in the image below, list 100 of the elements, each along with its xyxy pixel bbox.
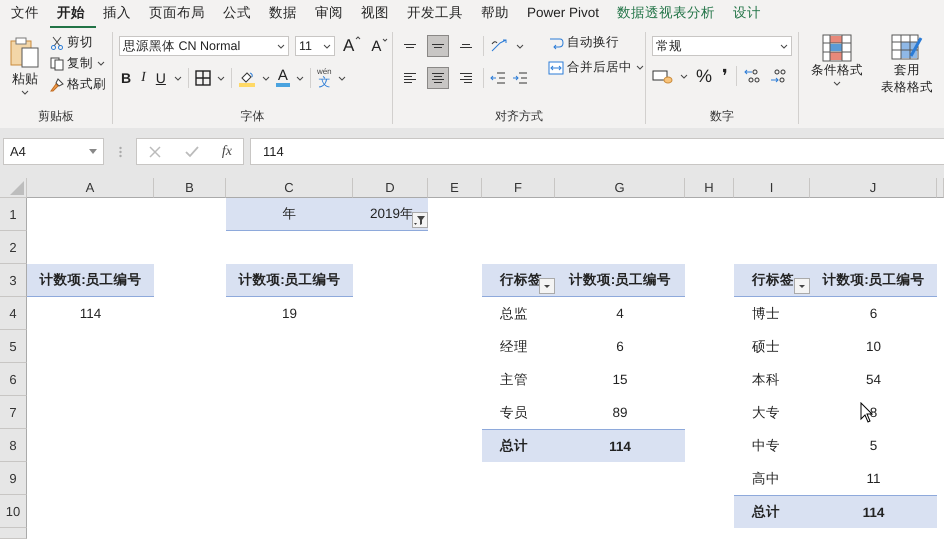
formula-input[interactable]: 114: [250, 138, 944, 165]
cut-button[interactable]: 剪切: [50, 34, 106, 51]
row-header[interactable]: 2: [0, 231, 27, 264]
header-cell: 计数项:员工编号: [27, 264, 154, 297]
align-lines-icon: [404, 73, 416, 83]
column-header[interactable]: C: [226, 178, 353, 198]
column-header[interactable]: G: [555, 178, 685, 198]
row-header[interactable]: 4: [0, 297, 27, 330]
row-header[interactable]: 5: [0, 330, 27, 363]
format-painter-button[interactable]: 格式刷: [50, 76, 106, 93]
font-size-dropdown[interactable]: 11: [295, 36, 335, 56]
row-header[interactable]: 1: [0, 198, 27, 231]
chevron-down-icon[interactable]: [323, 44, 331, 48]
chevron-down-icon[interactable]: [680, 74, 688, 78]
row-label-cell-text: 博士: [751, 304, 781, 322]
row-label-cell-text: 专员: [499, 404, 529, 422]
chevron-down-icon[interactable]: [296, 76, 304, 80]
chevron-down-icon[interactable]: [780, 44, 788, 48]
row-header[interactable]: 9: [0, 462, 27, 495]
column-header[interactable]: I: [734, 178, 810, 198]
grip-icon[interactable]: [118, 146, 122, 158]
merge-center-button[interactable]: 合并后居中: [548, 59, 632, 76]
ribbon-tab[interactable]: 开始: [50, 0, 96, 28]
conditional-formatting-button[interactable]: 条件格式: [805, 34, 869, 79]
value-cell-text: 19: [280, 305, 298, 323]
paste-button[interactable]: 粘贴: [6, 34, 44, 97]
row-label-cell-text: 主管: [499, 370, 529, 388]
accounting-icon[interactable]: [652, 68, 674, 84]
grow-font-button[interactable]: A: [341, 36, 364, 56]
wrap-text-button[interactable]: 自动换行: [548, 34, 644, 51]
chevron-down-icon[interactable]: [833, 81, 841, 86]
chevron-down-icon[interactable]: [277, 44, 285, 48]
format-as-table-button[interactable]: 套用 表格格式: [875, 34, 939, 96]
ribbon-tab[interactable]: 数据透视表分析: [610, 0, 726, 28]
scissors-icon: [50, 36, 64, 50]
chevron-down-icon[interactable]: [338, 76, 346, 80]
underline-button[interactable]: U: [154, 70, 168, 86]
column-header[interactable]: F: [482, 178, 555, 198]
italic-button[interactable]: I: [139, 70, 148, 86]
table-brush-icon: [891, 34, 923, 62]
chevron-down-icon[interactable]: [97, 61, 105, 66]
chevron-down-icon[interactable]: [636, 65, 644, 70]
column-header[interactable]: H: [685, 178, 734, 198]
check-icon[interactable]: [184, 144, 200, 158]
bold-button[interactable]: B: [119, 70, 134, 86]
ribbon-tab[interactable]: 审阅: [308, 0, 354, 28]
header-cell: 行标签: [734, 264, 810, 297]
ribbon-tab[interactable]: 插入: [96, 0, 142, 28]
ribbon-tab[interactable]: 页面布局: [142, 0, 216, 28]
column-header[interactable]: B: [154, 178, 226, 198]
shrink-font-button[interactable]: A: [369, 38, 390, 54]
filter-value-cell: 2019年: [353, 198, 428, 231]
column-header[interactable]: E: [428, 178, 482, 198]
insert-function-button[interactable]: fx: [222, 144, 232, 160]
phonetic-button[interactable]: wén 文: [316, 68, 332, 88]
value-cell-text: 15: [611, 371, 629, 389]
row-header[interactable]: 7: [0, 396, 27, 429]
comma-style-button[interactable]: ❜: [720, 65, 730, 87]
ribbon-tab[interactable]: Power Pivot: [520, 0, 610, 28]
ribbon-tab[interactable]: 设计: [726, 0, 772, 28]
header-strip: [0, 528, 27, 539]
ribbon-tab[interactable]: 公式: [216, 0, 262, 28]
total-value-cell: 114: [810, 495, 937, 528]
align-lines-icon: [432, 73, 444, 83]
chevron-down-icon[interactable]: [216, 76, 225, 80]
align-button[interactable]: [427, 67, 449, 89]
row-header[interactable]: 8: [0, 429, 27, 462]
align-button[interactable]: [427, 35, 449, 57]
ribbon-tab[interactable]: 开发工具: [400, 0, 474, 28]
ribbon-tab[interactable]: 视图: [354, 0, 400, 28]
column-header[interactable]: J: [810, 178, 937, 198]
align-lines-icon: [460, 73, 472, 83]
increase-indent-icon[interactable]: [512, 70, 528, 86]
row-header[interactable]: 3: [0, 264, 27, 297]
name-box[interactable]: A4: [3, 138, 104, 165]
align-lines-icon: [460, 44, 472, 48]
column-header[interactable]: D: [353, 178, 428, 198]
value-cell-text: 10: [864, 338, 882, 356]
font-name-dropdown[interactable]: 思源黑体 CN Normal: [119, 36, 289, 56]
row-header[interactable]: 6: [0, 363, 27, 396]
chevron-down-icon[interactable]: [516, 44, 524, 48]
ribbon-tab[interactable]: 帮助: [474, 0, 520, 28]
chevron-down-icon[interactable]: [174, 76, 182, 80]
dropdown-arrow-icon[interactable]: [89, 149, 97, 154]
chevron-down-icon[interactable]: [21, 90, 29, 95]
copy-button[interactable]: 复制: [50, 55, 93, 72]
font-color-button[interactable]: A: [276, 69, 290, 87]
filter-button[interactable]: [412, 212, 428, 228]
column-header[interactable]: A: [27, 178, 154, 198]
borders-icon[interactable]: [194, 70, 211, 86]
caret-up-icon: [355, 36, 362, 40]
percent-button[interactable]: %: [694, 66, 714, 86]
ribbon-tab[interactable]: 数据: [262, 0, 308, 28]
chevron-down-icon[interactable]: [262, 76, 270, 80]
dropdown-button[interactable]: [794, 278, 810, 294]
ribbon-tab[interactable]: 文件: [4, 0, 50, 28]
number-format-dropdown[interactable]: 常规: [652, 36, 792, 56]
decrease-indent-icon[interactable]: [490, 70, 506, 86]
caret-down-icon: [382, 38, 388, 42]
row-header[interactable]: 10: [0, 495, 27, 528]
